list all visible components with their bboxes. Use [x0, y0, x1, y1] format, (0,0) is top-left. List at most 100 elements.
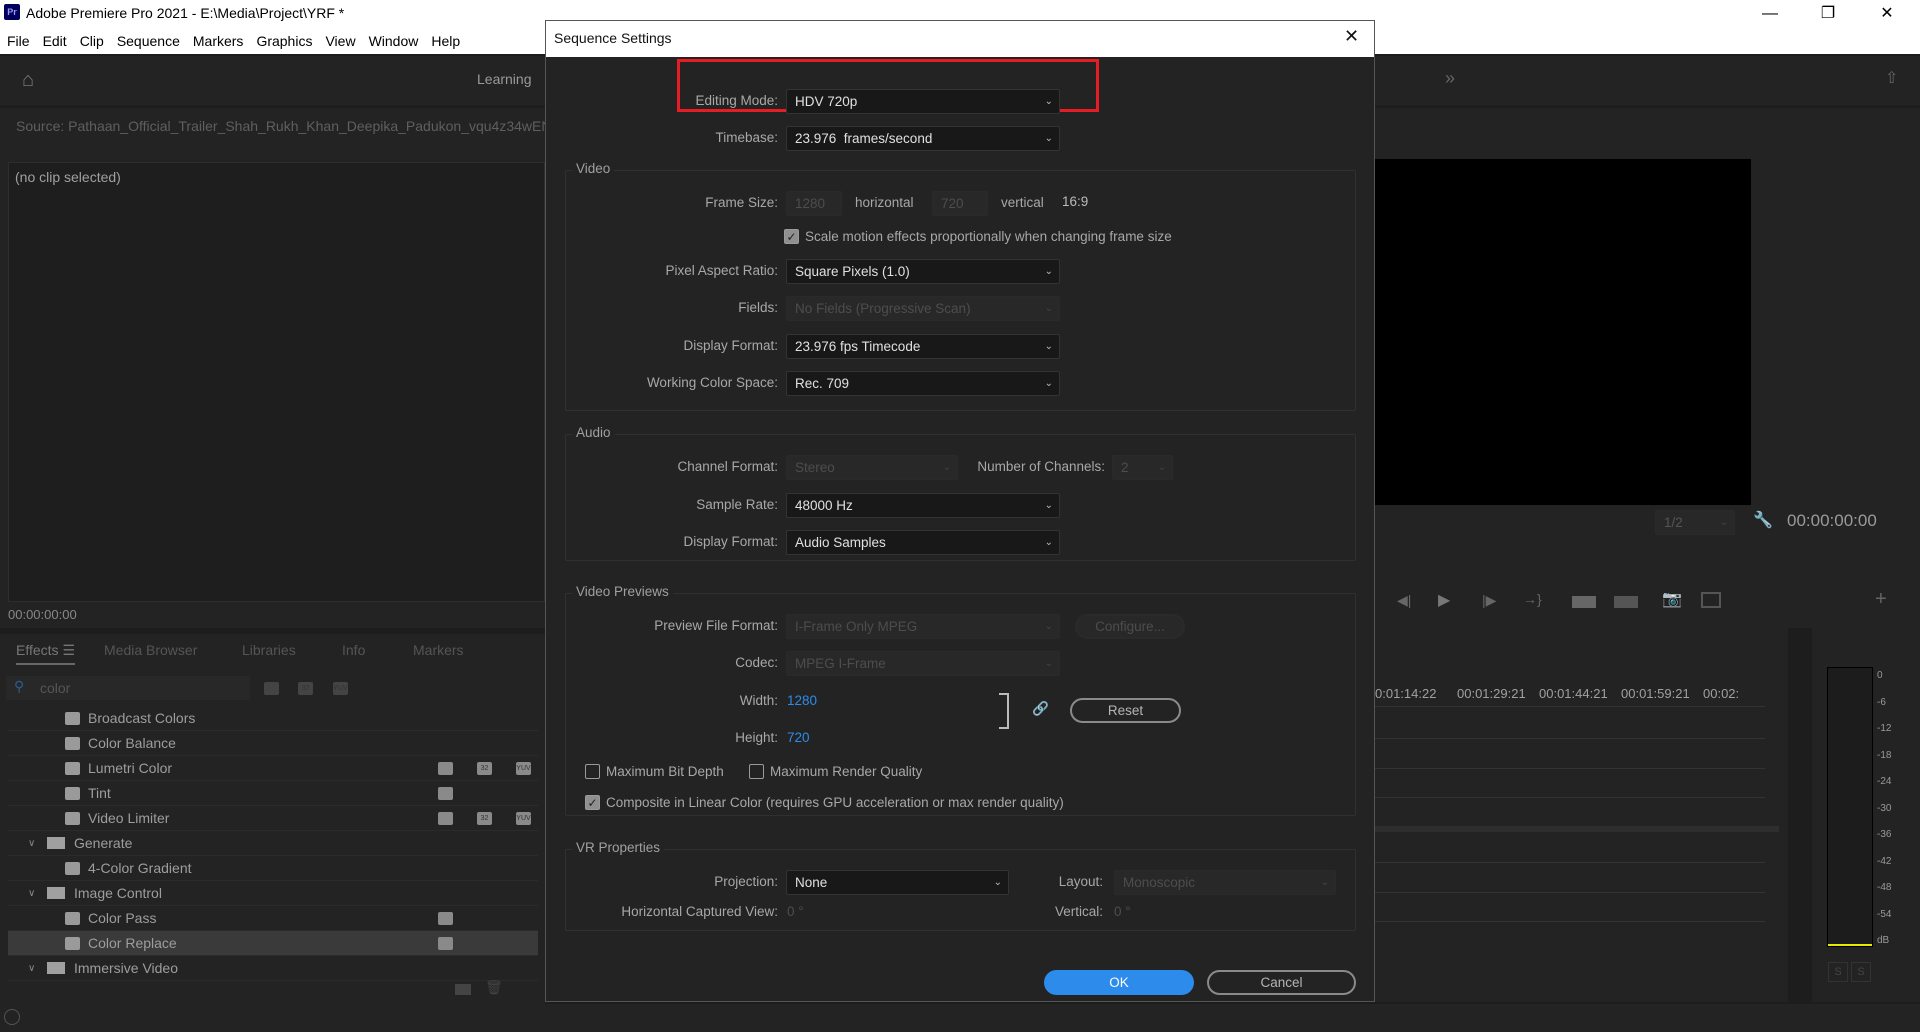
- close-window-icon[interactable]: ✕: [1864, 2, 1910, 26]
- step-forward-icon[interactable]: |▶: [1482, 592, 1496, 609]
- link-icon[interactable]: 🔗: [1032, 701, 1049, 717]
- editing-mode-dropdown[interactable]: HDV 720p ⌄: [786, 89, 1060, 114]
- source-monitor-panel: Source: Pathaan_Official_Trailer_Shah_Ru…: [0, 108, 545, 628]
- workspace-tab-learning[interactable]: Learning: [477, 71, 532, 87]
- sample-rate-label: Sample Rate:: [696, 497, 778, 512]
- configure-button[interactable]: Configure...: [1075, 614, 1185, 639]
- filter-yuv-icon[interactable]: YUV: [333, 682, 348, 695]
- menu-help[interactable]: Help: [431, 33, 460, 49]
- tab-markers[interactable]: Markers: [413, 642, 464, 658]
- preview-height-value[interactable]: 720: [787, 730, 810, 745]
- color-space-dropdown[interactable]: Rec. 709 ⌄: [786, 371, 1060, 396]
- chevron-down-icon: ⌄: [1044, 266, 1053, 277]
- wrench-icon[interactable]: 🔧: [1753, 510, 1773, 530]
- delete-icon[interactable]: 🗑: [485, 979, 503, 996]
- extract-icon[interactable]: [1614, 596, 1638, 608]
- tab-media-browser[interactable]: Media Browser: [104, 642, 197, 658]
- effect-item[interactable]: Tint: [8, 781, 538, 806]
- menu-edit[interactable]: Edit: [43, 33, 67, 49]
- preview-width-value[interactable]: 1280: [787, 693, 817, 708]
- tab-info[interactable]: Info: [342, 642, 365, 658]
- effect-item[interactable]: Lumetri Color 32 YUV: [8, 756, 538, 781]
- more-workspaces-icon[interactable]: »: [1445, 68, 1455, 89]
- step-back-icon[interactable]: ◀|: [1397, 592, 1411, 609]
- effect-item[interactable]: Color Pass: [8, 906, 538, 931]
- tab-effects[interactable]: Effects ☰: [16, 642, 75, 665]
- scale-motion-checkbox[interactable]: ✓: [784, 229, 799, 244]
- effects-folder[interactable]: ∨ Image Control: [8, 881, 538, 906]
- close-icon[interactable]: ✕: [1344, 26, 1359, 47]
- timebase-dropdown[interactable]: 23.976 frames/second ⌄: [786, 126, 1060, 151]
- chevron-down-icon[interactable]: ∨: [28, 831, 35, 856]
- play-icon[interactable]: ▶: [1438, 590, 1450, 610]
- ruler-label: 00:01:59:21: [1621, 686, 1690, 701]
- reset-button[interactable]: Reset: [1070, 698, 1181, 723]
- effects-folder[interactable]: ∨ Immersive Video: [8, 956, 538, 981]
- share-icon[interactable]: ⇧: [1885, 68, 1898, 88]
- effect-item[interactable]: Color Balance: [8, 731, 538, 756]
- layout-dropdown[interactable]: Monoscopic ⌄: [1114, 870, 1336, 895]
- timeline-ruler[interactable]: 0:01:14:22 00:01:29:21 00:01:44:21 00:01:59…: [1375, 686, 1765, 702]
- zoom-dropdown[interactable]: 1/2 ⌄: [1655, 510, 1735, 535]
- menu-markers[interactable]: Markers: [193, 33, 244, 49]
- export-frame-icon[interactable]: 📷: [1662, 589, 1682, 609]
- lift-icon[interactable]: [1572, 596, 1596, 608]
- ok-button[interactable]: OK: [1044, 970, 1194, 995]
- menu-file[interactable]: File: [7, 33, 30, 49]
- add-button-icon[interactable]: +: [1875, 588, 1887, 611]
- tab-libraries[interactable]: Libraries: [242, 642, 296, 658]
- chevron-down-icon[interactable]: ∨: [28, 881, 35, 906]
- effect-item[interactable]: Color Replace: [8, 931, 538, 956]
- vertical-label: vertical: [1001, 195, 1044, 210]
- cancel-button[interactable]: Cancel: [1207, 970, 1356, 995]
- max-bit-depth-checkbox[interactable]: [585, 764, 600, 779]
- audio-display-format-dropdown[interactable]: Audio Samples ⌄: [786, 530, 1060, 555]
- preview-format-dropdown[interactable]: I-Frame Only MPEG ⌄: [786, 614, 1060, 639]
- channels-dropdown[interactable]: 2 ⌄: [1112, 455, 1173, 480]
- frame-width-input[interactable]: 1280: [786, 191, 842, 216]
- home-icon[interactable]: ⌂: [22, 69, 34, 92]
- menu-view[interactable]: View: [325, 33, 355, 49]
- meter-scale-label: -42: [1877, 855, 1892, 867]
- codec-dropdown[interactable]: MPEG I-Frame ⌄: [786, 651, 1060, 676]
- solo-left-button[interactable]: S: [1828, 962, 1848, 982]
- menu-graphics[interactable]: Graphics: [256, 33, 312, 49]
- display-format-dropdown[interactable]: 23.976 fps Timecode ⌄: [786, 334, 1060, 359]
- menu-sequence[interactable]: Sequence: [117, 33, 180, 49]
- panel-menu-icon[interactable]: ☰: [62, 642, 75, 658]
- compare-view-icon[interactable]: [1701, 592, 1721, 608]
- sample-rate-dropdown[interactable]: 48000 Hz ⌄: [786, 493, 1060, 518]
- max-render-quality-checkbox[interactable]: [749, 764, 764, 779]
- filter-accelerated-icon[interactable]: [264, 682, 279, 695]
- filter-32bit-icon[interactable]: 32: [298, 682, 313, 695]
- linear-color-checkbox[interactable]: ✓: [585, 795, 600, 810]
- color-space-value: Rec. 709: [795, 376, 850, 391]
- channel-format-label: Channel Format:: [677, 459, 778, 474]
- effect-item[interactable]: Broadcast Colors: [8, 706, 538, 731]
- effect-item[interactable]: 4-Color Gradient: [8, 856, 538, 881]
- video-audio-divider[interactable]: [1375, 826, 1779, 832]
- vertical-view-value[interactable]: 0 °: [1114, 904, 1131, 919]
- effects-folder[interactable]: ∨ Generate: [8, 831, 538, 856]
- menu-clip[interactable]: Clip: [80, 33, 104, 49]
- hcv-value[interactable]: 0 °: [787, 904, 804, 919]
- solo-right-button[interactable]: S: [1851, 962, 1871, 982]
- new-bin-icon[interactable]: [455, 984, 471, 995]
- creative-cloud-icon[interactable]: [4, 1009, 20, 1025]
- ruler-label: 00:01:44:21: [1539, 686, 1608, 701]
- status-bar: [0, 1004, 1920, 1032]
- go-to-out-icon[interactable]: →}: [1523, 591, 1542, 607]
- frame-height-input[interactable]: 720: [932, 191, 988, 216]
- fields-dropdown[interactable]: No Fields (Progressive Scan) ⌄: [786, 296, 1060, 321]
- restore-icon[interactable]: ❐: [1805, 2, 1851, 26]
- color-space-label: Working Color Space:: [646, 375, 778, 390]
- par-dropdown[interactable]: Square Pixels (1.0) ⌄: [786, 259, 1060, 284]
- minimize-icon[interactable]: —: [1747, 2, 1793, 26]
- effects-search-input[interactable]: ⚲ color: [6, 676, 250, 700]
- chevron-down-icon: ⌄: [1044, 303, 1053, 314]
- editing-mode-label: Editing Mode:: [695, 93, 778, 108]
- meter-scale-label: -30: [1877, 802, 1892, 814]
- chevron-down-icon[interactable]: ∨: [28, 956, 35, 981]
- menu-window[interactable]: Window: [369, 33, 419, 49]
- effect-item[interactable]: Video Limiter 32 YUV: [8, 806, 538, 831]
